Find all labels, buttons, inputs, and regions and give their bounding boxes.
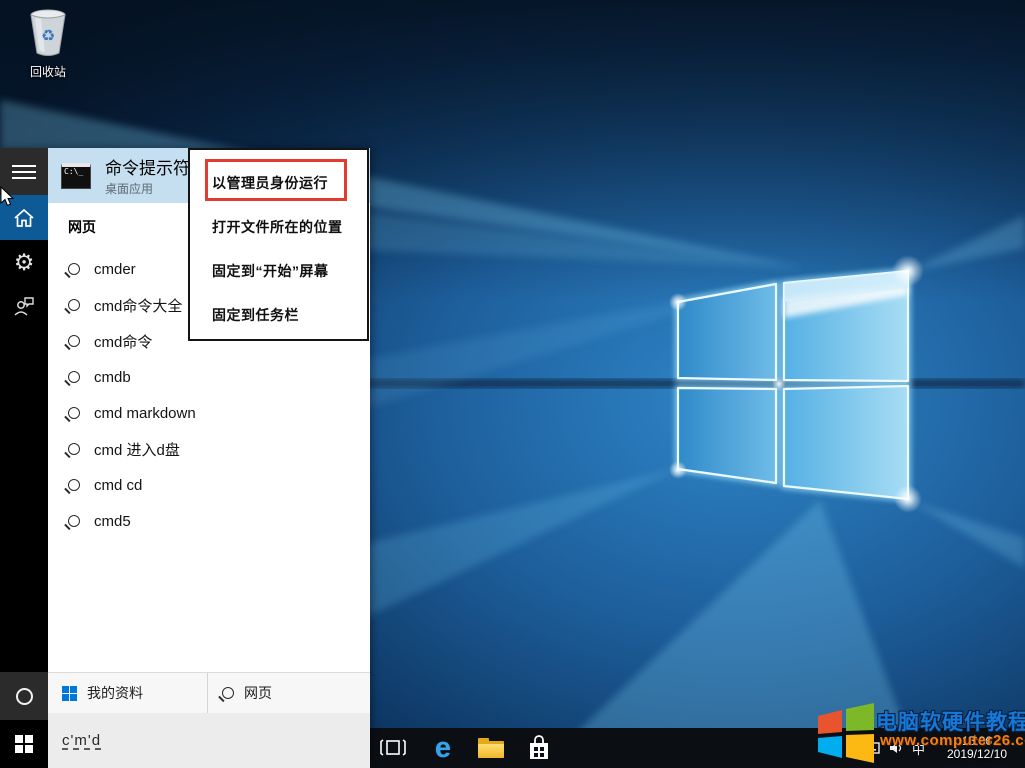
cmd-icon: C:\_ <box>61 163 91 189</box>
svg-text:♻: ♻ <box>41 28 55 45</box>
mouse-cursor <box>0 186 14 207</box>
menu-item-run-as-admin[interactable]: 以管理员身份运行 <box>190 161 367 205</box>
feedback-icon <box>13 296 35 316</box>
search-suggestion[interactable]: cmd 进入d盘 <box>48 431 370 467</box>
suggestion-label: cmd命令 <box>94 331 152 352</box>
search-icon <box>68 371 80 383</box>
search-icon <box>68 299 80 311</box>
my-stuff-button[interactable]: 我的资料 <box>48 673 208 713</box>
hamburger-icon <box>12 161 36 183</box>
menu-item-pin-to-start[interactable]: 固定到“开始”屏幕 <box>190 249 367 293</box>
suggestion-label: cmd命令大全 <box>94 295 182 316</box>
top-result-subtitle: 桌面应用 <box>105 180 190 197</box>
suggestion-label: cmder <box>94 261 136 278</box>
search-suggestion[interactable]: cmd5 <box>48 503 370 539</box>
search-icon <box>68 263 80 275</box>
context-menu: 以管理员身份运行 打开文件所在的位置 固定到“开始”屏幕 固定到任务栏 <box>188 148 369 341</box>
suggestion-label: cmd5 <box>94 513 131 530</box>
task-view-button[interactable] <box>371 728 415 768</box>
search-icon <box>68 335 80 347</box>
suggestion-label: cmd 进入d盘 <box>94 439 180 460</box>
feedback-button[interactable] <box>0 284 48 328</box>
watermark-windows-flag-icon <box>816 702 876 764</box>
my-stuff-label: 我的资料 <box>87 683 143 703</box>
search-icon <box>222 687 234 699</box>
task-view-icon <box>380 739 406 757</box>
watermark-line2: www.computer26.com <box>880 732 1025 749</box>
recycle-bin-icon: ♻ <box>25 8 71 56</box>
edge-browser-button[interactable]: e <box>421 728 465 768</box>
search-icon <box>68 515 80 527</box>
suggestion-label: cmdb <box>94 369 131 386</box>
gear-icon: ⚙ <box>14 249 35 276</box>
cortana-button[interactable] <box>0 672 48 720</box>
web-search-button[interactable]: 网页 <box>208 673 370 713</box>
search-footer: 我的资料 网页 <box>48 672 370 713</box>
search-input[interactable]: c'm'd <box>48 713 370 768</box>
windows-logo-icon <box>15 735 33 753</box>
recycle-bin-label: 回收站 <box>14 63 82 80</box>
menu-item-open-file-location[interactable]: 打开文件所在的位置 <box>190 205 367 249</box>
rail-spacer <box>0 328 48 672</box>
windows-logo-blue-icon <box>62 686 77 701</box>
search-icon <box>68 407 80 419</box>
menu-item-pin-to-taskbar[interactable]: 固定到任务栏 <box>190 293 367 337</box>
edge-icon: e <box>435 734 451 763</box>
recycle-bin[interactable]: ♻ 回收站 <box>14 8 82 80</box>
store-icon <box>527 735 551 761</box>
suggestion-label: cmd cd <box>94 477 142 494</box>
folder-icon <box>478 738 504 758</box>
store-button[interactable] <box>517 728 561 768</box>
search-suggestion[interactable]: cmd cd <box>48 467 370 503</box>
file-explorer-button[interactable] <box>469 728 513 768</box>
search-icon <box>68 443 80 455</box>
site-watermark: 电脑软硬件教程网 www.computer26.com <box>814 694 1025 764</box>
start-button[interactable] <box>0 720 48 768</box>
settings-button[interactable]: ⚙ <box>0 240 48 284</box>
search-suggestion[interactable]: cmd markdown <box>48 395 370 431</box>
suggestion-label: cmd markdown <box>94 405 196 422</box>
search-panel-rail: ⚙ <box>0 148 48 768</box>
cortana-circle-icon <box>16 688 33 705</box>
search-suggestion[interactable]: cmdb <box>48 359 370 395</box>
home-icon <box>13 208 35 228</box>
top-result-title: 命令提示符 <box>105 154 190 179</box>
search-icon <box>68 479 80 491</box>
web-label: 网页 <box>244 683 272 703</box>
search-input-value: c'm'd <box>62 732 101 749</box>
